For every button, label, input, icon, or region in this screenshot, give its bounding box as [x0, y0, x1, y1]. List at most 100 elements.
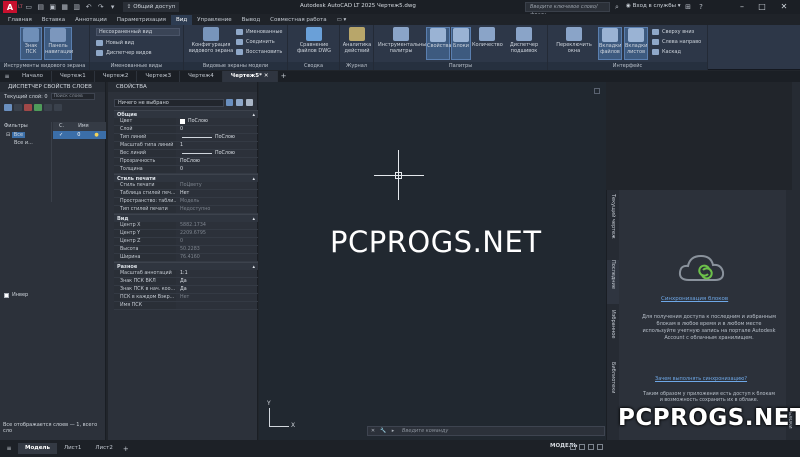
property-row[interactable]: Масштаб аннотаций 1:1: [114, 270, 258, 278]
autocad-logo-icon[interactable]: A: [3, 1, 17, 13]
ribbon-tab-home[interactable]: Главная: [3, 15, 37, 25]
collapse-icon[interactable]: ▴: [252, 111, 255, 118]
quick-select-icon[interactable]: [246, 99, 253, 106]
property-value[interactable]: Да: [176, 286, 258, 293]
tile-vertical-button[interactable]: Сверху вниз: [652, 28, 694, 36]
layout-tab-sheet1[interactable]: Лист1: [57, 443, 88, 454]
property-value[interactable]: 50.2283: [176, 246, 258, 253]
property-value[interactable]: ПоСлою: [176, 158, 258, 165]
new-tab-icon[interactable]: +: [278, 71, 290, 82]
command-input[interactable]: Введите команду: [402, 428, 448, 434]
ortho-toggle-icon[interactable]: [588, 444, 594, 450]
select-objects-icon[interactable]: [236, 99, 243, 106]
blocks-tab-favorites[interactable]: Избранное: [607, 310, 619, 354]
layout-tab-model[interactable]: Модель: [18, 443, 57, 454]
property-row[interactable]: Ширина 76.4160: [114, 254, 258, 262]
file-tab-drawing3[interactable]: Чертеж3: [137, 71, 181, 82]
property-value[interactable]: [176, 302, 258, 309]
property-value[interactable]: ПоСлою: [176, 150, 258, 157]
property-row[interactable]: Стиль печати ПоЦвету: [114, 182, 258, 190]
property-value[interactable]: ПоСлою: [176, 118, 258, 125]
file-tab-drawing4[interactable]: Чертеж4: [180, 71, 223, 82]
navbar-button[interactable]: Панель навигации: [44, 27, 73, 60]
layer-row[interactable]: ✓ 0 ●: [53, 131, 106, 139]
blocks-tab-recent[interactable]: Последние: [607, 260, 619, 304]
compare-dwg-button[interactable]: Сравнение файлов DWG: [290, 27, 338, 60]
file-tab-start[interactable]: Начало: [14, 71, 53, 82]
minimize-button[interactable]: –: [734, 1, 750, 13]
filter-used[interactable]: Все и...: [0, 139, 51, 147]
property-row[interactable]: ПСК в каждом Вэкр... Нет: [114, 294, 258, 302]
polar-toggle-icon[interactable]: [597, 444, 603, 450]
tile-horizontal-button[interactable]: Слева направо: [652, 38, 701, 46]
layout-menu-icon[interactable]: ≡: [0, 445, 18, 452]
property-row[interactable]: Толщина 0: [114, 166, 258, 174]
col-name[interactable]: Имя: [78, 122, 89, 131]
why-sync-link[interactable]: Зачем выполнять синхронизацию?: [655, 376, 747, 382]
sync-blocks-link[interactable]: Синхронизация блоков: [661, 296, 728, 302]
view-manager-button[interactable]: Диспетчер видов: [96, 49, 152, 57]
help-search-input[interactable]: Введите ключевое слово/фразу: [525, 2, 610, 18]
tool-palettes-button[interactable]: Инструментальные палитры: [378, 27, 429, 60]
ribbon-tab-toggle[interactable]: ▭ ▾: [332, 15, 352, 25]
ribbon-tab-manage[interactable]: Управление: [192, 15, 237, 25]
share-button[interactable]: ⇪ Общий доступ: [122, 2, 180, 12]
save-icon[interactable]: ▣: [47, 1, 59, 13]
blocks-tab-libraries[interactable]: Библиотеки: [607, 362, 619, 406]
property-value[interactable]: Нет: [176, 190, 258, 197]
new-layout-icon[interactable]: +: [123, 445, 129, 453]
invert-filter[interactable]: Инвер: [4, 292, 28, 298]
file-tabs-menu-icon[interactable]: ≡: [0, 71, 14, 82]
property-section[interactable]: Вид ▴: [114, 214, 258, 222]
sheet-manager-button[interactable]: Диспетчер подшивок: [504, 27, 544, 60]
open-file-icon[interactable]: ▤: [35, 1, 47, 13]
ribbon-tab-annotate[interactable]: Аннотации: [70, 15, 112, 25]
col-status[interactable]: С.: [59, 122, 64, 131]
property-row[interactable]: Высота 50.2283: [114, 246, 258, 254]
activity-insights-button[interactable]: Аналитика действий: [342, 27, 372, 60]
property-row[interactable]: Таблица стилей печ... Нет: [114, 190, 258, 198]
property-value[interactable]: Модель: [176, 198, 258, 205]
viewport-control-icon[interactable]: [594, 88, 600, 94]
named-viewports-button[interactable]: Именованные: [236, 28, 283, 36]
selection-dropdown[interactable]: Ничего не выбрано: [114, 99, 224, 107]
drawing-canvas[interactable]: Y X ✕ 🔧 ▸ Введите команду: [259, 82, 606, 440]
layout-tabs-button[interactable]: Вкладки листов: [624, 27, 648, 60]
signin-button[interactable]: ◉ Вход в службы ▾: [626, 3, 681, 9]
property-value[interactable]: 0: [176, 238, 258, 245]
switch-windows-button[interactable]: Переключить окна: [554, 27, 594, 60]
ucs-icon-button[interactable]: Знак ПСК: [20, 27, 42, 60]
pickadd-icon[interactable]: [226, 99, 233, 106]
property-row[interactable]: Центр Z 0: [114, 238, 258, 246]
redo-icon[interactable]: ↷: [95, 1, 107, 13]
property-value[interactable]: 0: [176, 166, 258, 173]
set-current-icon[interactable]: [34, 103, 42, 111]
ribbon-tab-output[interactable]: Вывод: [237, 15, 266, 25]
cascade-button[interactable]: Каскад: [652, 48, 681, 56]
property-value[interactable]: 76.4160: [176, 254, 258, 261]
property-value[interactable]: 0: [176, 126, 258, 133]
property-value[interactable]: 1:1: [176, 270, 258, 277]
property-row[interactable]: Пространство: табли... Модель: [114, 198, 258, 206]
cmd-close-icon[interactable]: ✕: [370, 428, 376, 434]
snap-toggle-icon[interactable]: [579, 444, 585, 450]
print-icon[interactable]: ▥: [71, 1, 83, 13]
quantity-button[interactable]: Количество: [472, 27, 503, 60]
layer-search-input[interactable]: Поиск слоев: [50, 93, 95, 100]
new-view-button[interactable]: Новый вид: [96, 39, 134, 47]
property-row[interactable]: Прозрачность ПоСлою: [114, 158, 258, 166]
property-value[interactable]: ПоСлою: [176, 134, 258, 141]
invert-checkbox[interactable]: [4, 292, 9, 298]
property-row[interactable]: Цвет ПоСлою: [114, 118, 258, 126]
property-value[interactable]: Недоступно: [176, 206, 258, 213]
command-line[interactable]: ✕ 🔧 ▸ Введите команду: [367, 426, 605, 436]
grid-toggle-icon[interactable]: [570, 444, 576, 450]
new-file-icon[interactable]: ▭: [23, 1, 35, 13]
ribbon-tab-parametric[interactable]: Параметризация: [112, 15, 171, 25]
quick-access-dropdown-icon[interactable]: ▾: [107, 1, 119, 13]
property-value[interactable]: 2209.6795: [176, 230, 258, 237]
file-tab-drawing2[interactable]: Чертеж2: [95, 71, 138, 82]
join-viewports-button[interactable]: Соединить: [236, 38, 275, 46]
ribbon-tab-insert[interactable]: Вставка: [37, 15, 70, 25]
undo-icon[interactable]: ↶: [83, 1, 95, 13]
